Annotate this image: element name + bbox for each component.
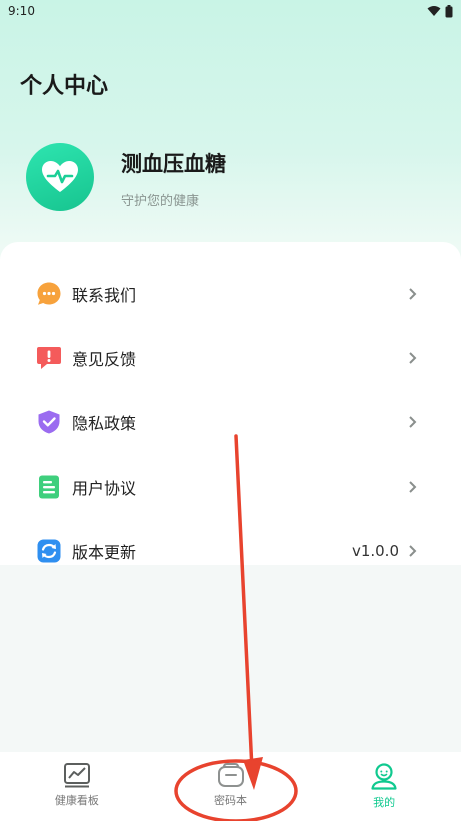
chevron-right-icon (409, 545, 417, 557)
chevron-right-icon (409, 352, 417, 364)
chevron-right-icon (409, 288, 417, 300)
tab-mine[interactable]: 我的 (307, 752, 461, 821)
battery-icon (445, 4, 453, 17)
tab-health-board[interactable]: 健康看板 (0, 752, 154, 821)
version-number: v1.0.0 (351, 542, 399, 560)
menu-item-label: 意见反馈 (72, 350, 137, 369)
menu-item-contact-us[interactable]: 联系我们 (0, 270, 461, 318)
card-bottom-area (0, 565, 461, 752)
chevron-right-icon (409, 416, 417, 428)
menu-item-privacy-policy[interactable]: 隐私政策 (0, 398, 461, 446)
menu-item-version-update[interactable]: 版本更新 v1.0.0 (0, 527, 461, 575)
chevron-right-icon (409, 481, 417, 493)
menu-item-label: 隐私政策 (72, 414, 137, 433)
bottom-tab-bar: 健康看板 密码本 我的 (0, 752, 461, 821)
app-name: 测血压血糖 (121, 151, 226, 176)
status-time: 9:10 (8, 4, 35, 18)
menu-item-user-agreement[interactable]: 用户协议 (0, 463, 461, 511)
notebook-icon (217, 763, 244, 787)
tab-label: 我的 (373, 796, 396, 809)
profile-section: 测血压血糖 守护您的健康 (26, 143, 226, 211)
chart-board-icon (63, 763, 90, 788)
document-icon (39, 475, 59, 499)
tab-label: 密码本 (214, 794, 247, 807)
heart-pulse-icon (42, 161, 78, 192)
app-slogan: 守护您的健康 (121, 193, 200, 209)
status-bar: 9:10 (0, 0, 461, 22)
wifi-icon (427, 6, 441, 16)
status-icons (427, 4, 453, 18)
app-logo (26, 143, 94, 211)
tab-label: 健康看板 (54, 794, 99, 807)
menu-item-label: 版本更新 (72, 543, 137, 562)
user-icon (371, 763, 397, 790)
menu-item-label: 联系我们 (72, 286, 137, 305)
page-title: 个人中心 (20, 74, 109, 99)
menu-item-feedback[interactable]: 意见反馈 (0, 334, 461, 382)
refresh-icon (37, 539, 61, 563)
menu-item-label: 用户协议 (72, 479, 137, 498)
tab-password-book[interactable]: 密码本 (154, 752, 308, 821)
chat-bubble-icon (37, 282, 61, 305)
shield-icon (38, 410, 60, 434)
feedback-icon (37, 347, 61, 369)
